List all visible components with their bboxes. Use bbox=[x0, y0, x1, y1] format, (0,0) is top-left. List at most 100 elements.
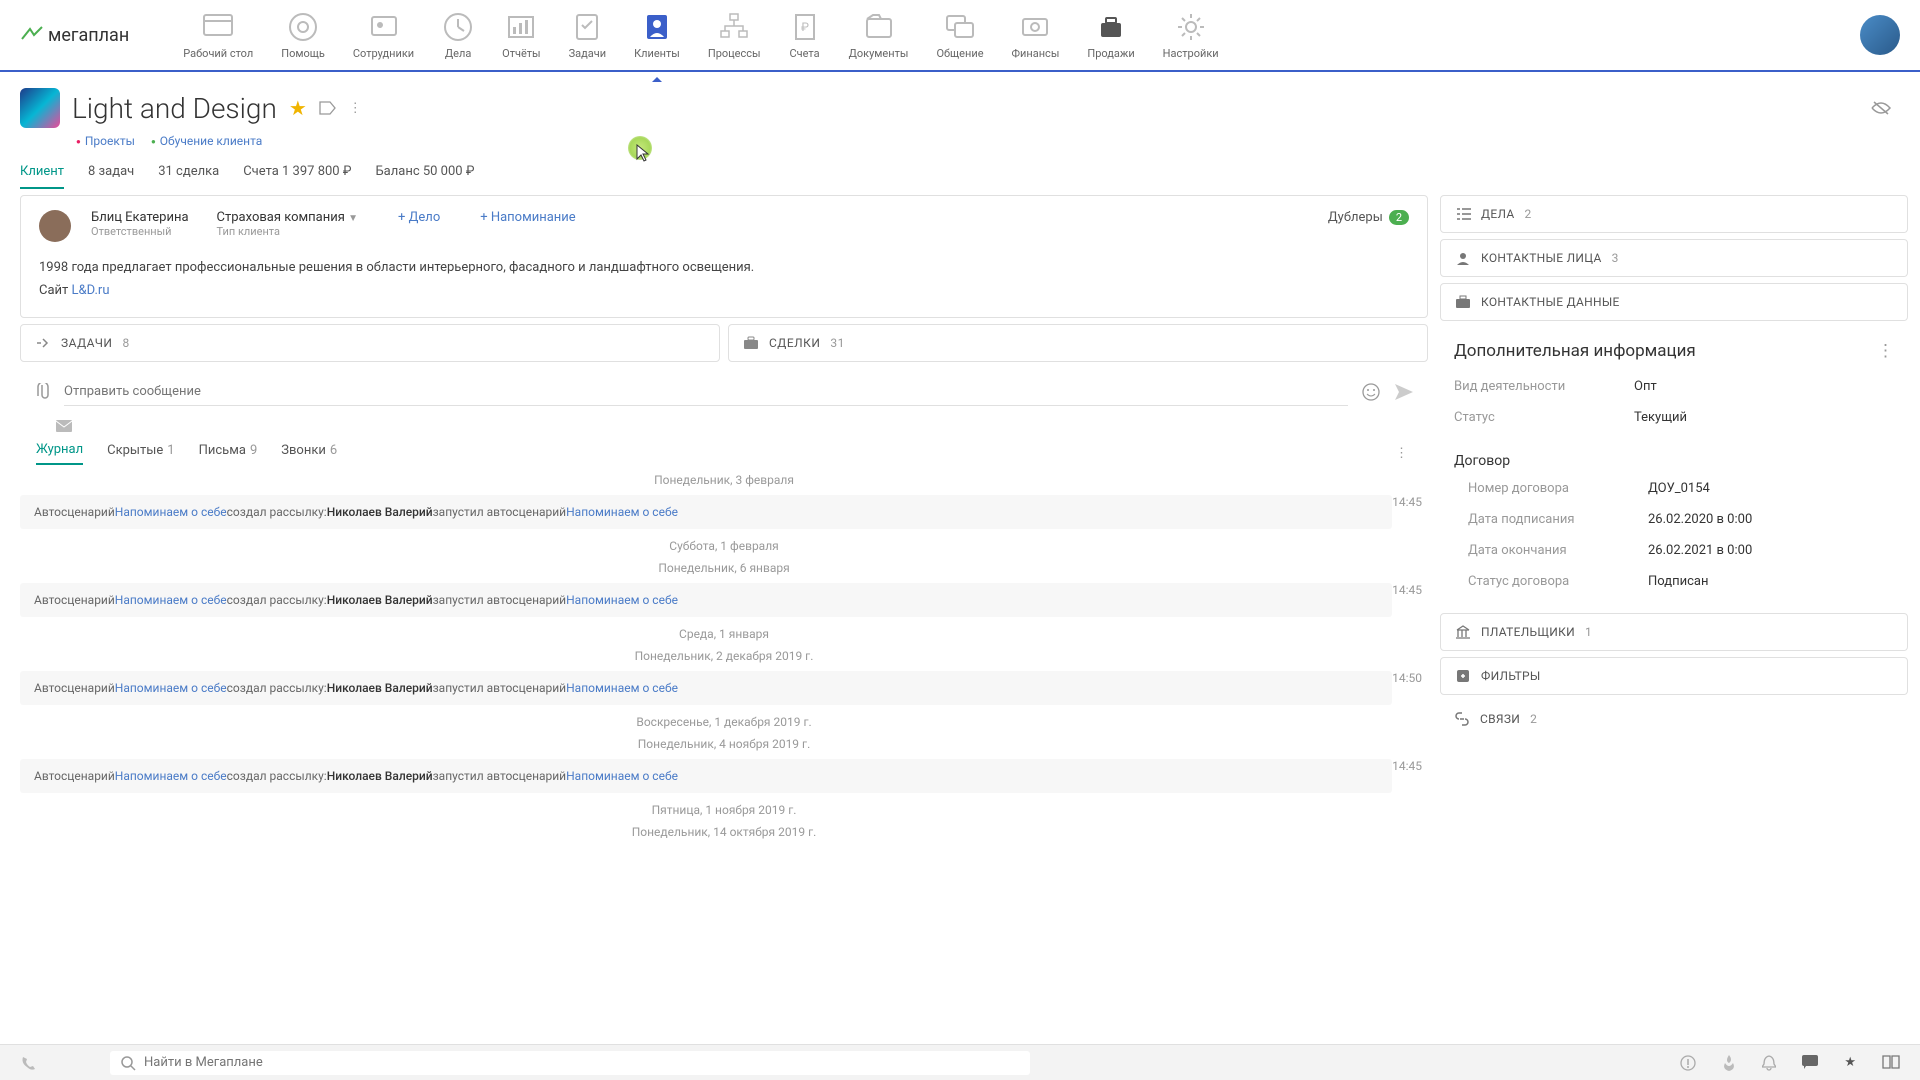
duplicates-indicator[interactable]: Дублеры 2 bbox=[1328, 210, 1409, 225]
settings-icon bbox=[1175, 11, 1207, 43]
client-site-link[interactable]: L&D.ru bbox=[72, 283, 110, 298]
sub-tabs: Клиент 8 задач 31 сделка Счета 1 397 800 ₽ Б… bbox=[0, 164, 1920, 189]
journal-more-icon[interactable]: ⋮ bbox=[1395, 446, 1408, 461]
journal-tab[interactable]: Скрытые1 bbox=[107, 443, 174, 464]
client-type-value[interactable]: Страховая компания ▼ bbox=[217, 210, 358, 225]
nav-reports[interactable]: Отчёты bbox=[488, 3, 554, 68]
nav-chat[interactable]: Общение bbox=[922, 3, 997, 68]
feed-row[interactable]: Автосценарий Напоминаем о себе создал ра… bbox=[20, 671, 1392, 705]
global-search[interactable] bbox=[110, 1051, 1030, 1075]
sales-icon bbox=[1095, 11, 1127, 43]
bell-icon[interactable] bbox=[1762, 1055, 1776, 1071]
emoji-icon[interactable] bbox=[1362, 383, 1380, 401]
client-info-card: Блиц Екатерина Ответственный Страховая к… bbox=[20, 195, 1428, 318]
nav-help[interactable]: Помощь bbox=[267, 3, 339, 68]
right-card-people[interactable]: КОНТАКТНЫЕ ЛИЦА3 bbox=[1440, 239, 1908, 277]
client-description: 1998 года предлагает профессиональные ре… bbox=[39, 256, 1409, 303]
book-icon[interactable] bbox=[1882, 1055, 1900, 1071]
contract-field: Номер договораДОУ_0154 bbox=[1454, 473, 1894, 504]
info-field: Вид деятельностиОпт bbox=[1454, 371, 1894, 402]
feed-date: Воскресенье, 1 декабря 2019 г. bbox=[20, 715, 1428, 729]
nav-clients[interactable]: Клиенты bbox=[620, 3, 694, 68]
compose-input[interactable] bbox=[64, 378, 1348, 406]
feed-time: 14:45 bbox=[1392, 495, 1428, 509]
send-icon[interactable] bbox=[1394, 383, 1414, 401]
sub-tab[interactable]: Клиент bbox=[20, 164, 64, 189]
invoices-icon: ₽ bbox=[789, 11, 821, 43]
add-task-link[interactable]: + Дело bbox=[398, 210, 440, 225]
favorite-icon[interactable]: ★ bbox=[1844, 1055, 1856, 1071]
visibility-off-icon[interactable] bbox=[1870, 100, 1892, 116]
nav-invoices[interactable]: ₽Счета bbox=[775, 3, 835, 68]
tasks-icon bbox=[35, 335, 51, 351]
responsible-name[interactable]: Блиц Екатерина bbox=[91, 210, 189, 225]
right-card-briefcase[interactable]: КОНТАКТНЫЕ ДАННЫЕ bbox=[1440, 283, 1908, 321]
search-input[interactable] bbox=[144, 1055, 1020, 1070]
cursor-icon bbox=[636, 144, 650, 162]
journal-tabs: Журнал Скрытые1 Письма9 Звонки6 ⋮ bbox=[36, 442, 1428, 465]
journal-tab[interactable]: Журнал bbox=[36, 442, 83, 465]
feed-row[interactable]: Автосценарий Напоминаем о себе создал ра… bbox=[20, 759, 1392, 793]
breadcrumb-link[interactable]: Обучение клиента bbox=[151, 134, 262, 148]
fire-icon[interactable] bbox=[1722, 1055, 1736, 1071]
reports-icon bbox=[505, 11, 537, 43]
nav-tasks[interactable]: Дела bbox=[428, 3, 488, 68]
feed-date: Понедельник, 6 января bbox=[20, 561, 1428, 575]
contract-subhead: Договор bbox=[1454, 443, 1894, 473]
contract-field: Статус договораПодписан bbox=[1454, 566, 1894, 597]
nav-todo[interactable]: Задачи bbox=[555, 3, 620, 68]
nav-desktop[interactable]: Рабочий стол bbox=[169, 3, 267, 68]
feed-time: 14:45 bbox=[1392, 759, 1428, 773]
tasks-card[interactable]: ЗАДАЧИ 8 bbox=[20, 324, 720, 362]
nav-settings[interactable]: Настройки bbox=[1149, 3, 1233, 68]
feed-row[interactable]: Автосценарий Напоминаем о себе создал ра… bbox=[20, 583, 1392, 617]
duplicates-count-badge: 2 bbox=[1389, 210, 1409, 225]
info-field: СтатусТекущий bbox=[1454, 402, 1894, 433]
sub-tab[interactable]: 8 задач bbox=[88, 164, 134, 189]
chat-icon[interactable] bbox=[1802, 1055, 1818, 1071]
journal-tab[interactable]: Звонки6 bbox=[281, 443, 337, 464]
nav-staff[interactable]: Сотрудники bbox=[339, 3, 428, 68]
phone-icon[interactable] bbox=[20, 1055, 36, 1071]
responsible-role: Ответственный bbox=[91, 225, 189, 238]
client-avatar[interactable] bbox=[20, 88, 60, 128]
finance-icon bbox=[1019, 11, 1051, 43]
sub-tab[interactable]: 31 сделка bbox=[158, 164, 219, 189]
tasks-icon bbox=[442, 11, 474, 43]
extra-info-title: Дополнительная информация bbox=[1454, 341, 1696, 361]
star-icon[interactable]: ★ bbox=[289, 96, 307, 120]
nav-docs[interactable]: Документы bbox=[835, 3, 923, 68]
filter-icon bbox=[1455, 668, 1471, 684]
add-reminder-link[interactable]: + Напоминание bbox=[480, 210, 575, 225]
more-icon[interactable]: ⋮ bbox=[349, 101, 362, 116]
feed-date: Среда, 1 января bbox=[20, 627, 1428, 641]
nav-finance[interactable]: Финансы bbox=[998, 3, 1074, 68]
nav-processes[interactable]: Процессы bbox=[694, 3, 775, 68]
info-icon[interactable] bbox=[1680, 1055, 1696, 1071]
tag-icon[interactable] bbox=[319, 101, 337, 115]
bank-icon bbox=[1455, 624, 1471, 640]
compose-row bbox=[20, 368, 1428, 416]
mail-icon[interactable] bbox=[56, 420, 1440, 432]
user-avatar[interactable] bbox=[1860, 15, 1900, 55]
todo-icon bbox=[571, 11, 603, 43]
journal-tab[interactable]: Письма9 bbox=[199, 443, 258, 464]
right-card-list[interactable]: ДЕЛА2 bbox=[1440, 195, 1908, 233]
deals-card[interactable]: СДЕЛКИ 31 bbox=[728, 324, 1428, 362]
nav-sales[interactable]: Продажи bbox=[1073, 3, 1148, 68]
breadcrumb-link[interactable]: Проекты bbox=[76, 134, 135, 148]
breadcrumbs: Проекты Обучение клиента bbox=[76, 134, 1900, 148]
feed-row[interactable]: Автосценарий Напоминаем о себе создал ра… bbox=[20, 495, 1392, 529]
processes-icon bbox=[718, 11, 750, 43]
sub-tab[interactable]: Баланс 50 000 ₽ bbox=[375, 164, 474, 189]
right-card-link[interactable]: СВЯЗИ2 bbox=[1440, 701, 1908, 737]
right-card-bank[interactable]: ПЛАТЕЛЬЩИКИ1 bbox=[1440, 613, 1908, 651]
svg-text:₽: ₽ bbox=[801, 20, 809, 34]
attach-icon[interactable] bbox=[34, 383, 50, 401]
sub-tab[interactable]: Счета 1 397 800 ₽ bbox=[243, 164, 351, 189]
extra-info-more-icon[interactable]: ⋮ bbox=[1877, 341, 1894, 361]
right-card-filter[interactable]: ФИЛЬТРЫ bbox=[1440, 657, 1908, 695]
responsible-avatar[interactable] bbox=[39, 210, 71, 242]
feed-date: Понедельник, 3 февраля bbox=[20, 473, 1428, 487]
logo[interactable]: мегаплан bbox=[20, 25, 129, 46]
